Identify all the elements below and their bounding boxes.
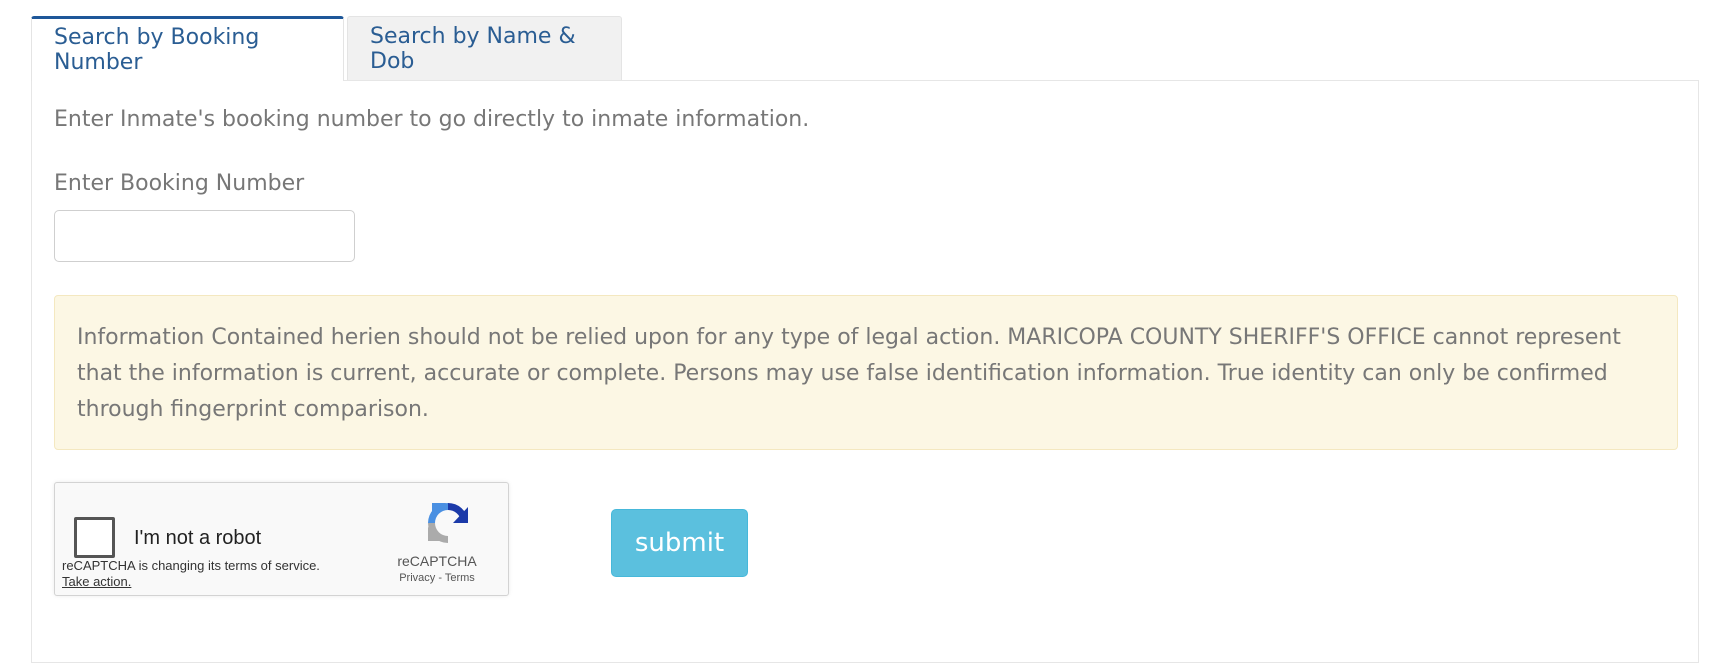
booking-search-widget: Search by Booking Number Search by Name … xyxy=(31,16,1699,663)
recaptcha-terms-link[interactable]: Terms xyxy=(445,572,475,584)
recaptcha-checkbox-label: I'm not a robot xyxy=(134,527,262,549)
recaptcha-widget: I'm not a robot reCAPTCHA is changing it… xyxy=(54,482,509,596)
recaptcha-links: Privacy - Terms xyxy=(365,572,509,584)
recaptcha-links-separator: - xyxy=(435,572,445,584)
tab-search-by-name-dob[interactable]: Search by Name & Dob xyxy=(347,16,622,80)
recaptcha-terms-notice: reCAPTCHA is changing its terms of servi… xyxy=(62,558,320,573)
tab-panel: Enter Inmate's booking number to go dire… xyxy=(31,80,1699,663)
recaptcha-logo-icon xyxy=(428,502,468,543)
booking-number-input[interactable] xyxy=(54,210,355,262)
search-tabs: Search by Booking Number Search by Name … xyxy=(31,16,1699,81)
recaptcha-privacy-link[interactable]: Privacy xyxy=(399,572,435,584)
recaptcha-brand: reCAPTCHA xyxy=(397,553,477,569)
disclaimer-alert: Information Contained herien should not … xyxy=(54,295,1678,450)
recaptcha-checkbox[interactable] xyxy=(74,517,115,558)
tab-search-by-booking-number[interactable]: Search by Booking Number xyxy=(31,16,344,81)
intro-text: Enter Inmate's booking number to go dire… xyxy=(54,107,810,132)
recaptcha-take-action-link[interactable]: Take action. xyxy=(62,574,131,589)
submit-button[interactable]: submit xyxy=(611,509,748,577)
booking-number-label: Enter Booking Number xyxy=(54,171,305,196)
